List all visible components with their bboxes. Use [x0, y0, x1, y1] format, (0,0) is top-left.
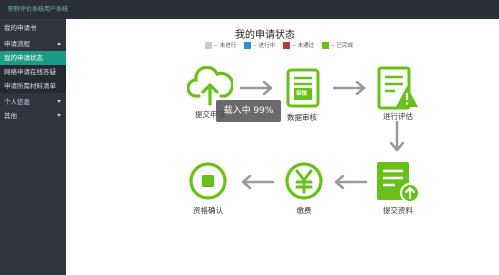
sidebar-item-label: 我的申请状态	[4, 54, 43, 62]
app-title: 职称评价系统用户系统	[8, 6, 69, 13]
legend-item-rejected: -- 未通过	[282, 41, 315, 49]
arrow-right-icon	[239, 80, 274, 99]
sidebar-item-label: 个人信息	[4, 98, 30, 106]
step-label-data-review: 数据审核	[287, 113, 317, 122]
yen-payment-icon	[284, 161, 324, 205]
sidebar-item-other[interactable]: 其他	[0, 109, 66, 123]
sidebar-item-application-process[interactable]: 申请流程	[0, 37, 66, 51]
legend-swatch	[243, 42, 251, 49]
legend-label: -- 进行中	[252, 43, 276, 49]
arrow-down-icon	[389, 120, 405, 157]
legend-swatch	[321, 42, 329, 49]
sidebar-item-label: 申请所需材料清单	[4, 82, 56, 90]
legend-item-completed: -- 已完成	[321, 41, 354, 49]
submit-materials-icon	[375, 160, 421, 208]
step-label-payment: 缴费	[296, 206, 312, 215]
stop-circle-icon	[188, 161, 228, 205]
evaluation-warning-icon	[377, 66, 419, 114]
sidebar-item-label: 其他	[4, 112, 17, 120]
legend-label: -- 未通过	[291, 43, 315, 49]
review-icon-text: 审核	[296, 91, 308, 97]
legend-item-in-progress: -- 进行中	[243, 41, 276, 49]
sidebar-item-my-status[interactable]: 我的申请状态	[0, 51, 66, 65]
sidebar-item-personal-info[interactable]: 个人信息	[0, 95, 66, 109]
loading-indicator: 载入中 99%	[216, 100, 281, 122]
top-bar: 职称评价系统用户系统	[0, 0, 499, 19]
step-label-qualification-confirm: 资格确认	[193, 206, 223, 215]
sidebar-item-online-qa[interactable]: 网络申请在线答疑	[0, 65, 66, 79]
legend-swatch	[205, 42, 212, 49]
chevron-up-icon	[57, 42, 61, 45]
legend-label: -- 已完成	[330, 43, 354, 49]
sidebar-item-label: 网络申请在线答疑	[4, 68, 56, 76]
sidebar-item-label: 我的申请书	[4, 24, 37, 32]
step-label-submit-materials: 提交资料	[383, 206, 413, 215]
chevron-down-icon	[57, 114, 61, 117]
arrow-left-icon	[333, 174, 368, 193]
arrow-left-icon	[240, 174, 275, 193]
legend-label: -- 未进行	[214, 43, 237, 49]
sidebar-item-my-application[interactable]: 我的申请书	[0, 21, 66, 35]
legend-item-not-started: -- 未进行	[205, 41, 236, 49]
page-title: 我的申请状态	[235, 30, 295, 41]
sidebar-item-label: 申请流程	[4, 40, 30, 48]
arrow-right-icon	[332, 80, 367, 99]
legend-swatch	[282, 42, 290, 49]
sidebar-item-materials-list[interactable]: 申请所需材料清单	[0, 79, 66, 93]
sidebar: 我的申请书 申请流程 我的申请状态 网络申请在线答疑 申请所需材料清单 个人信息…	[0, 19, 66, 275]
status-legend: -- 未进行 -- 进行中 -- 未通过 -- 已完成	[205, 41, 359, 51]
chevron-down-icon	[57, 100, 61, 103]
